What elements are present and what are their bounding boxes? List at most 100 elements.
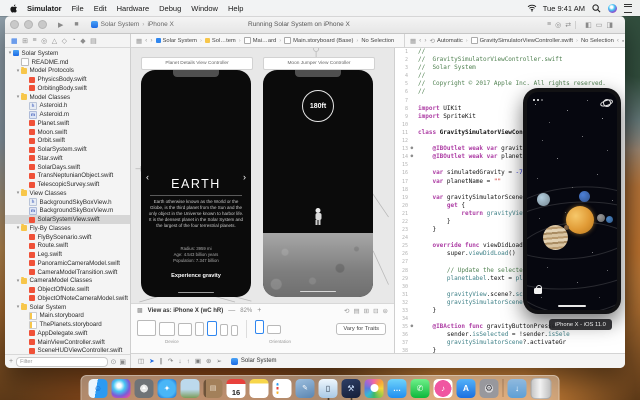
- dock-finder-icon[interactable]: ☺: [89, 379, 108, 398]
- file-solar-system[interactable]: ▾Solar System: [5, 49, 130, 58]
- stack-icon[interactable]: ▤: [353, 307, 359, 315]
- menu-edit[interactable]: Edit: [94, 4, 107, 13]
- device-option[interactable]: [195, 322, 204, 336]
- breadcrumb-no-selection[interactable]: No Selection: [361, 38, 394, 44]
- spotlight-icon[interactable]: [592, 4, 601, 13]
- zoom-out-button[interactable]: —: [228, 307, 235, 314]
- location-icon[interactable]: ➢: [216, 357, 221, 365]
- assistant-editor-button[interactable]: ◎: [555, 21, 561, 29]
- file-appdelegate-swift[interactable]: AppDelegate.swift: [5, 329, 130, 338]
- dock-messages-icon[interactable]: …: [388, 379, 407, 398]
- minimize-window-button[interactable]: [24, 20, 33, 29]
- debug-navigator-icon[interactable]: ◔: [71, 37, 75, 44]
- run-button[interactable]: ▶: [58, 21, 63, 29]
- ib-connection-icon[interactable]: ●: [411, 145, 414, 153]
- file-planet-swift[interactable]: Planet.swift: [5, 119, 130, 128]
- dock-launchpad-icon[interactable]: ▲: [135, 379, 154, 398]
- menu-window[interactable]: Window: [191, 4, 218, 13]
- source-control-icon[interactable]: ⊞: [22, 37, 28, 45]
- code-line[interactable]: 37 gravitySimulatorScene?.activateGr: [395, 339, 625, 347]
- back-button[interactable]: ‹: [145, 37, 147, 44]
- device-option-iphone-x[interactable]: [207, 321, 217, 336]
- close-window-button[interactable]: [10, 20, 19, 29]
- file-flybyscenario-swift[interactable]: FlyByScenario.swift: [5, 233, 130, 242]
- dock-app-store-icon[interactable]: A: [457, 379, 476, 398]
- landscape-orientation-button[interactable]: [267, 325, 281, 334]
- step-out-icon[interactable]: ↑: [187, 358, 190, 365]
- ib-jump-bar[interactable]: ▦ ‹ › Solar System›Sol…tem›Mai…ard›Main.…: [131, 34, 405, 47]
- debug-process[interactable]: Solar System: [231, 358, 277, 365]
- menu-app-name[interactable]: Simulator: [27, 4, 62, 13]
- filter-field[interactable]: Filter: [16, 357, 107, 367]
- file-orbit-swift[interactable]: Orbit.swift: [5, 137, 130, 146]
- device-bar-toggle-icon[interactable]: ▩: [137, 307, 143, 314]
- device-option[interactable]: [159, 322, 175, 336]
- file-readme-md[interactable]: README.md: [5, 58, 130, 67]
- scheme-app-label[interactable]: Solar System: [101, 21, 140, 28]
- breadcrumb-gravitysimulatorviewcontroller-swift[interactable]: GravitySimulatorViewController.swift: [471, 37, 573, 44]
- file-theplanets-storyboard[interactable]: ThePlanets.storyboard: [5, 320, 130, 329]
- file-telescopicsurvey-swift[interactable]: TelescopicSurvey.swift: [5, 180, 130, 189]
- memory-graph-icon[interactable]: ⊛: [206, 357, 211, 365]
- file-backgroundskyboxview-m[interactable]: mBackgroundSkyBoxView.m: [5, 207, 130, 216]
- stop-button[interactable]: ■: [74, 21, 78, 28]
- forward-button[interactable]: ›: [150, 37, 152, 44]
- related-items-icon[interactable]: ▦: [136, 37, 142, 45]
- dock-system-preferences-icon[interactable]: ⚙: [480, 379, 499, 398]
- ib-connection-icon[interactable]: ●: [411, 323, 414, 331]
- menu-help[interactable]: Help: [228, 4, 243, 13]
- scheme-device-label[interactable]: iPhone X: [147, 21, 173, 28]
- zoom-window-button[interactable]: [38, 20, 47, 29]
- file-star-swift[interactable]: Star.swift: [5, 154, 130, 163]
- apple-menu-icon[interactable]: [10, 4, 18, 13]
- breadcrumb-no-selection[interactable]: No Selection: [581, 38, 614, 44]
- version-editor-button[interactable]: ⇄: [565, 21, 571, 29]
- dock-textedit-icon[interactable]: ✎: [296, 379, 315, 398]
- breadcrumb-solar-system[interactable]: Solar System: [156, 38, 197, 44]
- align-icon[interactable]: ⊞: [364, 307, 369, 315]
- device-option[interactable]: [220, 324, 228, 336]
- device-option[interactable]: [178, 323, 192, 336]
- file-view-classes[interactable]: ▾View Classes: [5, 189, 130, 198]
- project-navigator-icon[interactable]: ▦: [11, 37, 18, 45]
- file-route-swift[interactable]: Route.swift: [5, 242, 130, 251]
- breadcrumb-main-storyboard-base[interactable]: Main.storyboard (Base): [284, 37, 353, 44]
- find-navigator-icon[interactable]: ◎: [41, 37, 47, 45]
- file-transneptunianobject-swift[interactable]: TransNeptunianObject.swift: [5, 172, 130, 181]
- blue-planet[interactable]: [579, 191, 590, 202]
- file-objectofnotecameramodel-swift[interactable]: ObjectOfNoteCameraModel.swift: [5, 294, 130, 303]
- file-model-classes[interactable]: ▾Model Classes: [5, 93, 130, 102]
- scheme-selector[interactable]: Solar System › iPhone X: [91, 21, 174, 28]
- scene-title-planet-details[interactable]: Planet Details View Controller: [141, 57, 253, 70]
- update-frames-icon[interactable]: ⟲: [344, 307, 349, 315]
- view-as-label[interactable]: View as: iPhone X (wC hR): [148, 308, 224, 314]
- related-items-icon[interactable]: ▦: [410, 37, 416, 45]
- dock-reminders-icon[interactable]: [273, 379, 292, 398]
- resolve-icon[interactable]: ⊜: [383, 307, 388, 315]
- source-control-filter-icon[interactable]: ▣: [119, 358, 126, 366]
- scene-title-moon-jumper[interactable]: Moon Jumper View Controller: [263, 57, 375, 70]
- dock-notes-icon[interactable]: [250, 379, 269, 398]
- file-objectofnote-swift[interactable]: ObjectOfNote.swift: [5, 285, 130, 294]
- file-mainviewcontroller-swift[interactable]: MainViewController.swift: [5, 338, 130, 347]
- issue-navigator-icon[interactable]: △: [52, 37, 57, 45]
- file-asteroid-h[interactable]: hAsteroid.h: [5, 102, 130, 111]
- pin-icon[interactable]: ⊟: [373, 307, 378, 315]
- toggle-navigator-button[interactable]: ◧: [585, 21, 592, 29]
- saturn-icon[interactable]: [601, 97, 610, 106]
- file-asteroid-m[interactable]: mAsteroid.m: [5, 110, 130, 119]
- hide-debug-area-icon[interactable]: ◫: [138, 357, 144, 365]
- file-solardays-swift[interactable]: SolarDays.swift: [5, 163, 130, 172]
- breakpoint-navigator-icon[interactable]: ◆: [80, 37, 85, 45]
- pause-icon[interactable]: ∥: [160, 357, 163, 365]
- step-into-icon[interactable]: ↓: [178, 358, 181, 365]
- file-leg-swift[interactable]: Leg.swift: [5, 250, 130, 259]
- portrait-orientation-button[interactable]: [255, 320, 264, 334]
- symbol-navigator-icon[interactable]: ≡: [33, 37, 37, 44]
- standard-editor-button[interactable]: ≡: [547, 21, 551, 29]
- dock-preview-icon[interactable]: [181, 379, 200, 398]
- earth-planet[interactable]: [606, 216, 613, 223]
- dock-safari-icon[interactable]: ✦: [158, 379, 177, 398]
- file-orbitingbody-swift[interactable]: OrbitingBody.swift: [5, 84, 130, 93]
- file-model-protocols[interactable]: ▾Model Protocols: [5, 67, 130, 76]
